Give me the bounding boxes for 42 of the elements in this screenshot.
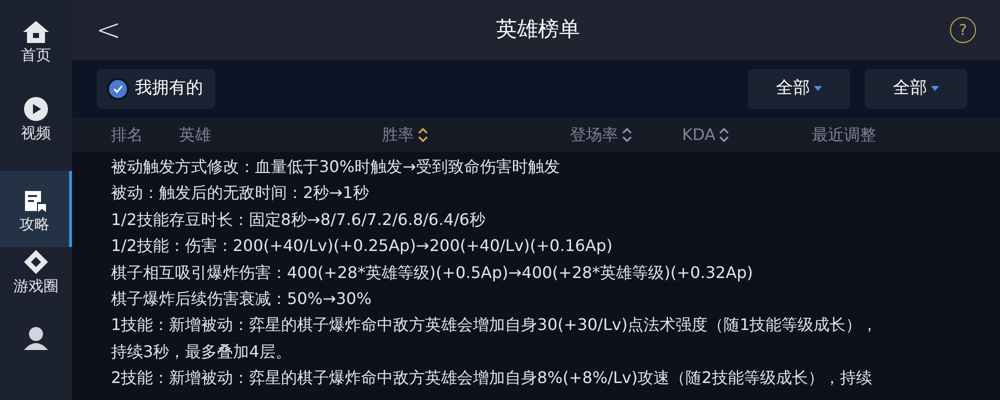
note-line: 棋子爆炸后续伤害衰减：50%→30%	[111, 288, 373, 310]
owned-filter[interactable]: 我拥有的	[97, 68, 215, 108]
sidebar-label: 首页	[21, 48, 51, 63]
page-title: 英雄榜单	[495, 16, 581, 44]
note-line: 1/2技能存豆时长：固定8秒→8/7.6/7.2/6.8/6.4/6秒	[111, 208, 486, 231]
sidebar-label: 游戏圈	[14, 279, 58, 294]
sort-icon[interactable]	[418, 128, 428, 142]
diamond-icon	[23, 249, 49, 276]
sidebar-label: 攻略	[20, 216, 50, 232]
help-button[interactable]: ?	[950, 17, 976, 43]
column-header: 最近调整	[812, 124, 876, 146]
document-icon	[22, 188, 46, 213]
sort-icon[interactable]	[622, 128, 632, 142]
play-icon	[23, 96, 49, 122]
dropdown[interactable]: 全部	[748, 68, 850, 108]
column-header: 排名	[111, 124, 143, 146]
back-button[interactable]: <	[96, 8, 136, 52]
dropdown[interactable]: 全部	[865, 68, 967, 108]
checkbox[interactable]	[109, 80, 127, 98]
home-icon	[22, 20, 50, 44]
column-header[interactable]: 胜率	[382, 122, 414, 146]
note-line: 被动触发方式修改：血量低于30%时触发→受到致命伤害时触发	[111, 156, 561, 178]
note-line: 被动：触发后的无敌时间：2秒→1秒	[111, 182, 370, 204]
note-line: 棋子相互吸引爆炸伤害：400(+28*英雄等级)(+0.5Ap)→400(+28*英雄等级)(+0.32Ap)	[111, 262, 754, 284]
sidebar-label: 视频	[21, 126, 51, 142]
caret-icon	[931, 86, 939, 91]
caret-icon	[814, 86, 822, 91]
sort-icon[interactable]	[719, 128, 730, 142]
user-icon	[22, 326, 50, 350]
note-line: 持续3秒，最多叠加4层。	[111, 340, 292, 363]
sidebar-item[interactable]: 攻略	[0, 170, 72, 248]
sidebar-item[interactable]: 视频	[0, 94, 72, 171]
column-header[interactable]: 登场率	[570, 122, 618, 146]
note-line: 2技能：新增被动：弈星的棋子爆炸命中敌方英雄会增加自身8%(+8%/Lv)攻速（随2技能等级成长），持续	[111, 367, 873, 390]
filter-label: 我拥有的	[135, 76, 203, 100]
column-header: 英雄	[179, 124, 211, 146]
sidebar-item[interactable]: 首页	[0, 18, 72, 94]
column-header[interactable]: KDA	[682, 122, 716, 146]
check-icon	[113, 84, 123, 92]
note-line: 1/2技能：伤害：200(+40/Lv)(+0.25Ap)→200(+40/Lv)(+0.16Ap)	[111, 235, 614, 258]
note-line: 1技能：新增被动：弈星的棋子爆炸命中敌方英雄会增加自身30(+30/Lv)点法术强度（随1技能等级成长），	[111, 314, 879, 336]
sidebar-item[interactable]: 游戏圈	[0, 247, 72, 324]
